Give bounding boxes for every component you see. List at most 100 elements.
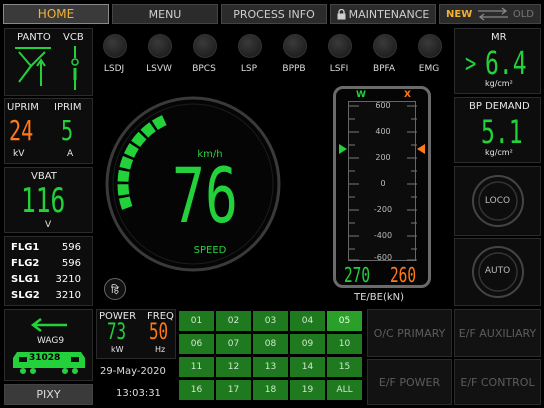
- tebe-x-value: 260: [390, 263, 417, 287]
- flag-name: FLG1: [11, 242, 40, 253]
- speed-arc-segment: [124, 143, 139, 158]
- flag-value: 3210: [55, 290, 81, 301]
- grid-cell[interactable]: 15: [326, 356, 363, 378]
- status-lamp: [418, 34, 442, 58]
- time-display: 13:03:31: [116, 388, 161, 399]
- grid-cell[interactable]: 03: [252, 310, 289, 332]
- vbat-value: 116: [21, 181, 66, 221]
- grid-cell[interactable]: 11: [178, 356, 215, 378]
- swap-arrows-icon: [477, 7, 508, 21]
- tebe-gauge: W X 600 400 200 0 -200 -400 -600 270 260: [333, 86, 431, 288]
- lamp-label: EMG: [418, 64, 440, 74]
- status-lamp: [328, 34, 352, 58]
- direction-arrow-icon: [30, 318, 67, 332]
- tebe-scale-label: -400: [373, 231, 393, 240]
- lamp-label: LSDJ: [103, 64, 125, 74]
- mr-prefix: >: [465, 49, 477, 79]
- mr-label: MR: [491, 32, 507, 43]
- language-symbol: हि: [111, 285, 119, 296]
- pixy-button[interactable]: PIXY: [4, 384, 93, 405]
- speed-arc-segment: [119, 155, 134, 170]
- grid-cell[interactable]: 17: [215, 379, 252, 401]
- status-lamp: [193, 34, 217, 58]
- flag-value: 596: [61, 242, 81, 253]
- vbat-unit: V: [45, 220, 52, 230]
- grid-cell[interactable]: 19: [289, 379, 326, 401]
- speed-arc-segment: [151, 115, 167, 130]
- iprim-value: 5: [61, 114, 74, 147]
- grid-cell[interactable]: 14: [289, 356, 326, 378]
- status-lamps: LSDJ LSVW BPCS LSP BPPB LSFI BPFA EMG: [97, 28, 451, 80]
- grid-cell[interactable]: 07: [215, 333, 252, 355]
- flags-panel: FLG1 596 FLG2 596 SLG1 3210 SLG2 3210: [4, 236, 93, 306]
- grid-cell[interactable]: 04: [289, 310, 326, 332]
- menu-button[interactable]: MENU: [112, 4, 218, 24]
- ef-auxiliary-button[interactable]: E/F AUXILIARY: [454, 309, 541, 357]
- pantograph-icon: [15, 47, 51, 86]
- tebe-w-pointer: [339, 144, 347, 154]
- tebe-unit-label: TE/BE(kN): [354, 292, 405, 303]
- freq-value: 50: [149, 320, 169, 345]
- auto-mode-label: AUTO: [484, 266, 511, 276]
- grid-cell[interactable]: ALL: [326, 379, 363, 401]
- mr-panel: MR > 6.4 kg/cm²: [454, 28, 541, 94]
- bp-demand-value: 5.1: [481, 113, 523, 151]
- bp-demand-panel: BP DEMAND 5.1 kg/cm²: [454, 97, 541, 163]
- flag-name: SLG1: [11, 274, 40, 285]
- language-toggle-button[interactable]: हि: [104, 278, 126, 300]
- tebe-scale-label: 200: [375, 153, 391, 162]
- loco-panel: WAG9 31028: [4, 309, 93, 381]
- panto-label: PANTO: [17, 32, 51, 43]
- grid-cell[interactable]: 10: [326, 333, 363, 355]
- power-value: 73: [107, 320, 127, 345]
- vcb-label: VCB: [63, 32, 84, 43]
- loco-name: WAG9: [37, 336, 65, 346]
- grid-cell[interactable]: 18: [252, 379, 289, 401]
- speed-arc-segment: [118, 196, 133, 210]
- ef-control-button[interactable]: E/F CONTROL: [454, 359, 541, 405]
- freq-unit: Hz: [155, 345, 166, 354]
- tebe-scale: 600 400 200 0 -200 -400 -600: [348, 101, 417, 262]
- tebe-scale-label: 0: [380, 179, 386, 188]
- loco-number: 31028: [29, 353, 61, 363]
- mr-unit: kg/cm²: [485, 79, 513, 88]
- uprim-value: 24: [9, 114, 34, 147]
- tebe-x-pointer: [417, 144, 425, 154]
- maintenance-button[interactable]: MAINTENANCE: [330, 4, 436, 24]
- uprim-unit: kV: [13, 149, 25, 159]
- status-lamp: [238, 34, 262, 58]
- oc-primary-button[interactable]: O/C PRIMARY: [367, 309, 452, 357]
- ef-power-button[interactable]: E/F POWER: [367, 359, 452, 405]
- grid-cell[interactable]: 02: [215, 310, 252, 332]
- lamp-label: LSVW: [146, 64, 172, 74]
- grid-cell[interactable]: 06: [178, 333, 215, 355]
- grid-cell[interactable]: 13: [252, 356, 289, 378]
- new-old-toggle[interactable]: NEW OLD: [439, 4, 541, 24]
- lamp-label: LSFI: [329, 64, 349, 74]
- flag-name: SLG2: [11, 290, 40, 301]
- maintenance-label: MAINTENANCE: [348, 7, 430, 21]
- bp-demand-label: BP DEMAND: [469, 101, 530, 112]
- lamp-label: BPFA: [372, 64, 396, 74]
- status-lamp: [148, 34, 172, 58]
- bp-demand-unit: kg/cm²: [485, 148, 513, 157]
- home-button[interactable]: HOME: [3, 4, 109, 24]
- speed-arc-segment: [140, 122, 156, 138]
- speed-arc-segment: [117, 184, 130, 196]
- mr-value: 6.4: [485, 44, 527, 82]
- tebe-scale-label: 600: [375, 101, 391, 110]
- process-info-button[interactable]: PROCESS INFO: [221, 4, 327, 24]
- vbat-panel: VBAT 116 V: [4, 167, 93, 233]
- auto-mode-button[interactable]: AUTO: [454, 238, 541, 306]
- grid-cell[interactable]: 08: [252, 333, 289, 355]
- grid-cell[interactable]: 05: [326, 310, 363, 332]
- grid-cell[interactable]: 16: [178, 379, 215, 401]
- tebe-scale-label: -600: [373, 253, 393, 262]
- flag-value: 596: [61, 258, 81, 269]
- grid-cell[interactable]: 12: [215, 356, 252, 378]
- loco-mode-button[interactable]: LOCO: [454, 166, 541, 236]
- grid-cell[interactable]: 01: [178, 310, 215, 332]
- grid-cell[interactable]: 09: [289, 333, 326, 355]
- new-label: NEW: [446, 8, 473, 20]
- vcb-switch-icon: [71, 46, 79, 90]
